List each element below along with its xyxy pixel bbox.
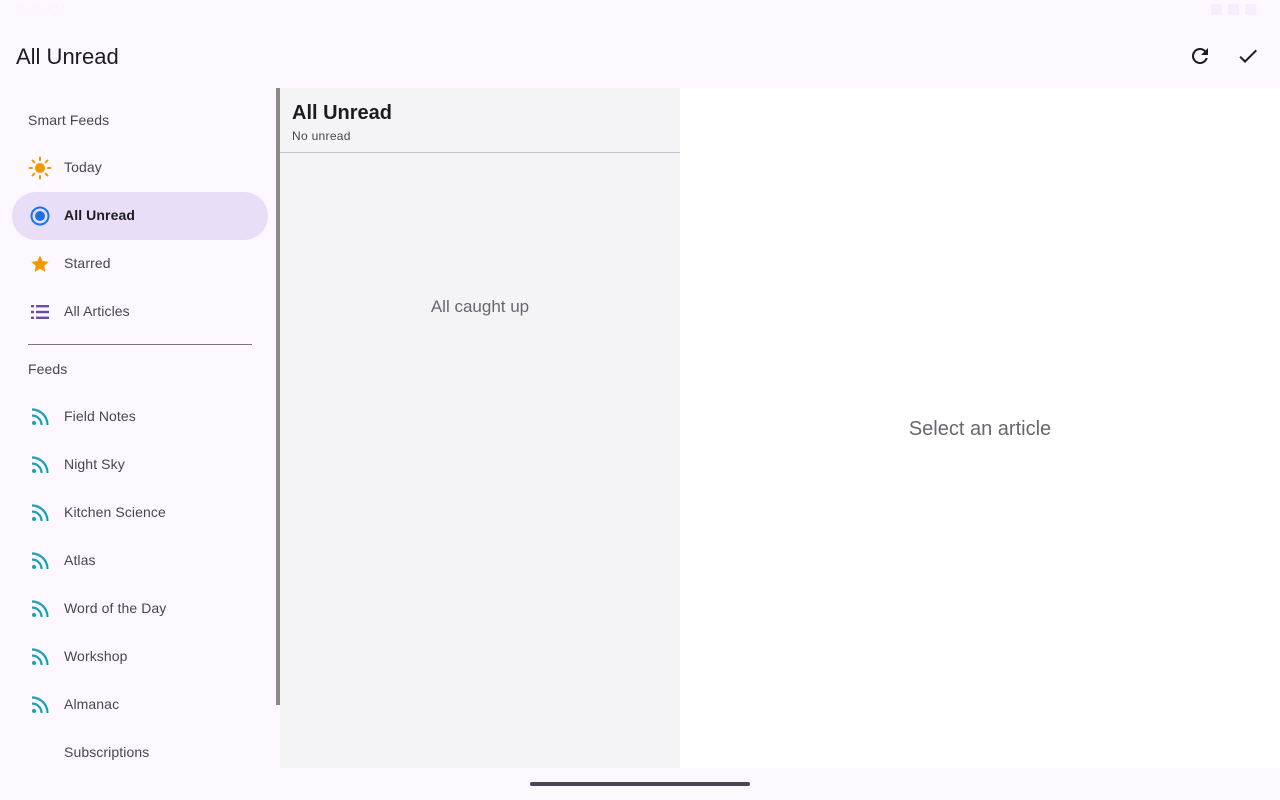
nav-item-starred[interactable]: Starred xyxy=(12,240,268,288)
check-icon xyxy=(1239,49,1257,63)
rss-icon xyxy=(31,552,49,570)
rss-icon xyxy=(31,504,49,522)
article-detail-pane: Select an article xyxy=(680,88,1280,768)
article-list-pane: All Unread No unread All caught up xyxy=(280,88,680,768)
nav-label-kitchen-science: Kitchen Science xyxy=(64,504,166,520)
star-icon xyxy=(31,255,49,272)
sun-icon xyxy=(28,156,52,180)
empty-list-message: All caught up xyxy=(430,297,530,316)
smart-feeds-label: Smart Feeds xyxy=(28,112,110,128)
drawer-divider xyxy=(28,344,252,345)
feeds-label: Feeds xyxy=(28,361,68,377)
radio-dot-icon xyxy=(30,206,50,226)
nav-label-almanac: Almanac xyxy=(64,696,120,712)
nav-item-word-of-the-day[interactable]: Word of the Day xyxy=(12,585,268,633)
nav-item-all-articles[interactable]: All Articles xyxy=(12,288,268,336)
nav-label-atlas: Atlas xyxy=(64,552,96,568)
screen: 9:00 AM All Unread Smart Feeds Today All… xyxy=(0,0,1280,800)
nav-label-subscriptions: Subscriptions xyxy=(64,744,150,760)
nav-label-starred: Starred xyxy=(64,255,111,271)
rss-icon xyxy=(31,456,49,474)
nav-item-workshop[interactable]: Workshop xyxy=(12,633,268,681)
rss-icon xyxy=(31,696,49,714)
article-list-header: All Unread No unread xyxy=(280,88,680,153)
page-title: All Unread xyxy=(16,44,119,69)
nav-item-subscriptions[interactable]: Subscriptions xyxy=(12,729,268,768)
nav-label-all-unread: All Unread xyxy=(64,207,136,223)
battery-icon xyxy=(1245,4,1256,15)
status-time: 9:00 AM xyxy=(16,3,66,18)
top-app-bar: All Unread xyxy=(0,24,1280,88)
nav-label-word-of-the-day: Word of the Day xyxy=(64,600,167,616)
wifi-icon xyxy=(1211,4,1222,15)
signal-icon xyxy=(1228,4,1239,15)
empty-detail-message: Select an article xyxy=(908,418,1052,440)
nav-label-night-sky: Night Sky xyxy=(64,456,125,472)
rss-icon xyxy=(31,600,49,618)
status-icons xyxy=(1211,4,1256,15)
rss-icon xyxy=(31,408,49,426)
nav-label-today: Today xyxy=(64,159,102,175)
nav-label-workshop: Workshop xyxy=(64,648,128,664)
list-icon xyxy=(31,305,49,319)
nav-label-field-notes: Field Notes xyxy=(64,408,136,424)
refresh-icon xyxy=(1191,47,1208,64)
nav-item-kitchen-science[interactable]: Kitchen Science xyxy=(12,489,268,537)
mark-all-read-button[interactable] xyxy=(1224,32,1272,80)
navigation-drawer: Smart Feeds Today All Unread Starred All… xyxy=(0,88,280,768)
status-bar: 9:00 AM xyxy=(0,0,1280,24)
article-list-title: All Unread xyxy=(292,102,393,124)
nav-item-night-sky[interactable]: Night Sky xyxy=(12,441,268,489)
nav-item-field-notes[interactable]: Field Notes xyxy=(12,393,268,441)
nav-item-atlas[interactable]: Atlas xyxy=(12,537,268,585)
refresh-button[interactable] xyxy=(1176,32,1224,80)
nav-item-all-unread[interactable]: All Unread xyxy=(12,192,268,240)
gesture-navigation-bar[interactable] xyxy=(530,782,750,786)
nav-item-today[interactable]: Today xyxy=(12,144,268,192)
rss-icon xyxy=(31,648,49,666)
unread-count-text: No unread xyxy=(292,129,351,143)
nav-label-all-articles: All Articles xyxy=(64,303,130,319)
nav-item-almanac[interactable]: Almanac xyxy=(12,681,268,729)
